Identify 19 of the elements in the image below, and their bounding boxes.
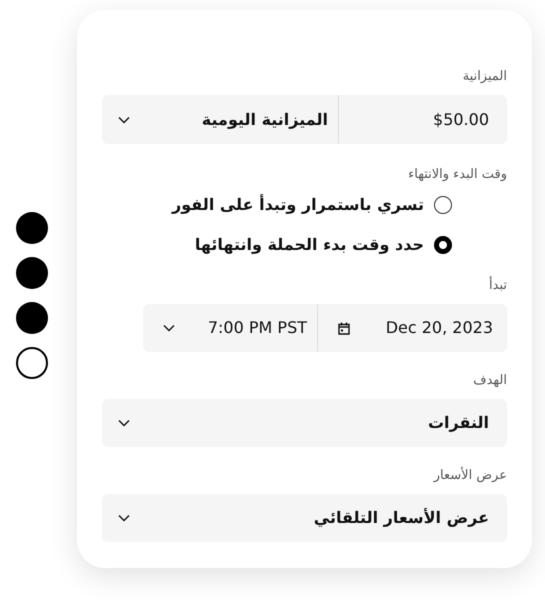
chevron-down-icon xyxy=(118,116,130,124)
select-field[interactable]: النقرات xyxy=(102,399,507,447)
field-label: الميزانية xyxy=(462,70,507,83)
date-field[interactable]: Dec 20, 2023 xyxy=(317,304,507,352)
radio-label: تسري باستمرار وتبدأ على الفور xyxy=(172,193,424,216)
radio-button[interactable] xyxy=(434,196,452,214)
chevron-down-icon xyxy=(118,514,130,522)
radio-label: حدد وقت بدء الحملة وانتهائها xyxy=(194,234,424,256)
field-label: عرض الأسعار xyxy=(432,469,507,482)
select-field[interactable]: عرض الأسعار التلقائي xyxy=(102,494,507,542)
calendar-icon xyxy=(338,322,350,334)
chevron-down-icon xyxy=(118,419,130,427)
time-select[interactable]: 7:00 PM PST xyxy=(143,304,317,352)
period-select[interactable]: الميزانية اليومية xyxy=(102,95,338,144)
field-label: الهدف xyxy=(472,374,507,387)
radio-button[interactable] xyxy=(434,236,452,254)
chevron-down-icon xyxy=(163,324,175,332)
field-label: وقت البدء والانتهاء xyxy=(407,168,507,181)
amount-field[interactable]: $50.00 xyxy=(338,95,507,144)
